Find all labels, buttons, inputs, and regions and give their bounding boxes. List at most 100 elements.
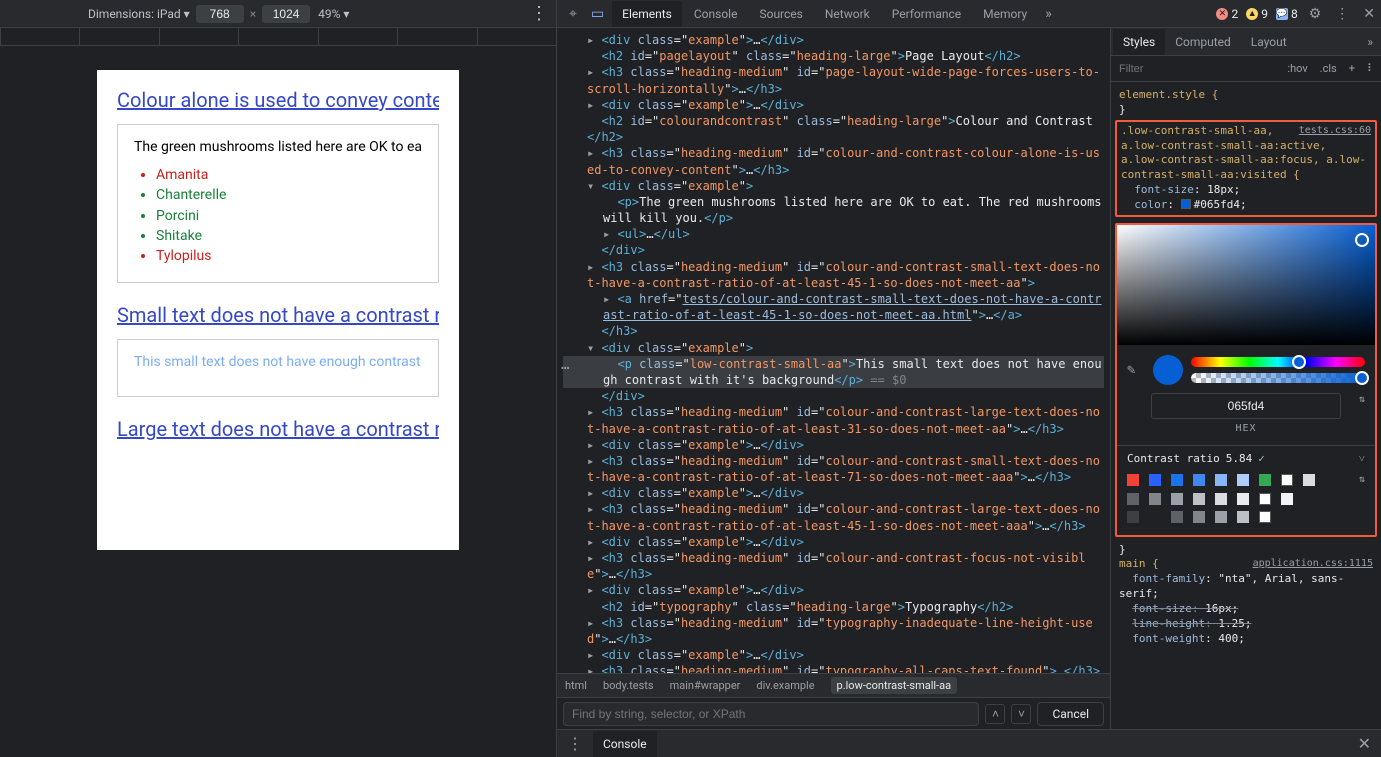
color-swatch[interactable] xyxy=(1149,511,1161,523)
message-count[interactable]: 💬8 xyxy=(1273,7,1301,21)
dom-tree-line[interactable]: ▸ <h3 class="heading-medium" id="page-la… xyxy=(563,64,1104,96)
color-swatch[interactable] xyxy=(1171,511,1183,523)
zoom-dropdown[interactable]: 49% ▾ xyxy=(318,7,349,21)
dom-tree-line[interactable]: ▸ <h3 class="heading-medium" id="typogra… xyxy=(563,615,1104,647)
css-rule-main[interactable]: } application.css:1115 main { font-famil… xyxy=(1115,541,1377,649)
eyedropper-icon[interactable]: ✎ xyxy=(1127,361,1145,379)
find-cancel-button[interactable]: Cancel xyxy=(1037,702,1104,726)
dom-tree-line[interactable]: <p>The green mushrooms listed here are O… xyxy=(563,194,1104,226)
color-swatch[interactable] xyxy=(1149,474,1161,486)
tab-layout[interactable]: Layout xyxy=(1241,29,1297,55)
css-source-link[interactable]: application.css:1115 xyxy=(1253,557,1373,571)
dom-tree-line[interactable]: ▸ <h3 class="heading-medium" id="colour-… xyxy=(563,453,1104,485)
dom-tree-line[interactable]: </div> xyxy=(563,242,1104,258)
dom-tree-line[interactable]: ▸ <div class="example">…</div> xyxy=(563,647,1104,663)
palette-toggle-icon[interactable]: ⇅ xyxy=(1359,473,1365,487)
dom-tree-line[interactable]: </h3> xyxy=(563,323,1104,339)
dom-tree[interactable]: ▸ <div class="example">…</div> <h2 id="p… xyxy=(557,28,1110,673)
dom-tree-line[interactable]: ▸ <div class="example">…</div> xyxy=(563,582,1104,598)
hex-input[interactable] xyxy=(1151,393,1341,419)
cls-toggle[interactable]: .cls xyxy=(1314,62,1343,75)
hov-toggle[interactable]: :hov xyxy=(1281,62,1313,75)
dom-tree-line[interactable]: ▸ <div class="example">…</div> xyxy=(563,97,1104,113)
color-swatch[interactable] xyxy=(1127,511,1139,523)
color-swatch[interactable] xyxy=(1237,493,1249,505)
color-swatch[interactable] xyxy=(1193,511,1205,523)
tab-styles[interactable]: Styles xyxy=(1113,29,1165,55)
new-rule-icon[interactable]: + xyxy=(1343,62,1361,75)
dom-tree-line[interactable]: <p class="low-contrast-small-aa">This sm… xyxy=(563,356,1104,388)
dom-tree-line[interactable]: ▸ <div class="example">…</div> xyxy=(563,437,1104,453)
dom-breadcrumbs[interactable]: html body.tests main#wrapper div.example… xyxy=(557,673,1110,697)
css-rule-low-contrast[interactable]: tests.css:60 .low-contrast-small-aa, a.l… xyxy=(1115,120,1377,217)
dom-tree-line[interactable]: ▾ <div class="example"> xyxy=(563,178,1104,194)
color-swatch[interactable] xyxy=(1237,474,1249,486)
breadcrumb-item[interactable]: main#wrapper xyxy=(670,679,741,692)
breadcrumb-item[interactable]: p.low-contrast-small-aa xyxy=(831,677,958,694)
color-swatch[interactable] xyxy=(1281,474,1293,486)
color-swatch[interactable] xyxy=(1259,493,1271,505)
tab-performance[interactable]: Performance xyxy=(882,1,971,27)
drawer-menu-icon[interactable]: ⋮ xyxy=(557,734,593,753)
color-swatch[interactable] xyxy=(1259,511,1271,523)
dom-tree-line[interactable]: ▸ <a href="tests/colour-and-contrast-sma… xyxy=(563,291,1104,323)
find-input[interactable] xyxy=(563,702,979,726)
color-field[interactable] xyxy=(1117,225,1375,345)
color-swatch[interactable] xyxy=(1303,474,1315,486)
dom-tree-line[interactable]: ▸ <h3 class="heading-medium" id="colour-… xyxy=(563,145,1104,177)
tab-elements[interactable]: Elements xyxy=(612,1,682,27)
color-swatch[interactable] xyxy=(1193,493,1205,505)
styles-menu-icon[interactable]: ⠇ xyxy=(1361,62,1381,75)
dom-tree-line[interactable]: ▸ <h3 class="heading-medium" id="colour-… xyxy=(563,404,1104,436)
color-swatch[interactable] xyxy=(1237,511,1249,523)
color-swatch[interactable] xyxy=(1215,474,1227,486)
device-toggle-icon[interactable]: ▭ xyxy=(585,6,610,22)
hue-slider[interactable] xyxy=(1191,357,1365,367)
dom-tree-line[interactable]: <h2 id="colourandcontrast" class="headin… xyxy=(563,113,1104,145)
dimensions-dropdown[interactable]: Dimensions: iPad ▾ xyxy=(88,7,190,21)
find-next-icon[interactable]: ˅ xyxy=(1011,704,1031,724)
dom-tree-line[interactable]: ▸ <h3 class="heading-medium" id="colour-… xyxy=(563,550,1104,582)
heading-colour-alone[interactable]: Colour alone is used to convey content xyxy=(117,88,439,112)
close-devtools-icon[interactable]: ✕ xyxy=(1357,6,1381,22)
heading-large-text[interactable]: Large text does not have a contrast rati… xyxy=(117,417,439,441)
color-picker[interactable]: ✎ ⇅ HEX Contrast ratio 5.8 xyxy=(1115,223,1377,537)
dom-tree-line[interactable]: ▸ <div class="example">…</div> xyxy=(563,485,1104,501)
drawer-close-icon[interactable]: ✕ xyxy=(1348,734,1381,753)
dom-tree-line[interactable]: ▾ <div class="example"> xyxy=(563,340,1104,356)
tab-sources[interactable]: Sources xyxy=(749,1,812,27)
alpha-slider[interactable] xyxy=(1191,373,1365,383)
dom-tree-line[interactable]: ▸ <div class="example">…</div> xyxy=(563,32,1104,48)
styles-overflow-icon[interactable]: » xyxy=(1361,35,1379,49)
breadcrumb-item[interactable]: body.tests xyxy=(603,679,654,692)
breadcrumb-item[interactable]: div.example xyxy=(756,679,814,692)
dom-tree-line[interactable]: <h2 id="typography" class="heading-large… xyxy=(563,599,1104,615)
height-input[interactable] xyxy=(262,5,310,23)
dom-tree-line[interactable]: <h2 id="pagelayout" class="heading-large… xyxy=(563,48,1104,64)
contrast-expand-icon[interactable]: ˅ xyxy=(1359,452,1365,467)
css-source-link[interactable]: tests.css:60 xyxy=(1299,124,1371,138)
settings-icon[interactable]: ⚙ xyxy=(1303,6,1328,22)
color-swatch[interactable] xyxy=(1171,493,1183,505)
dom-tree-line[interactable]: </div> xyxy=(563,388,1104,404)
heading-small-text-aa[interactable]: Small text does not have a contrast rati… xyxy=(117,303,439,327)
color-swatch[interactable] xyxy=(1127,474,1139,486)
color-swatch[interactable] xyxy=(1281,493,1293,505)
format-toggle-icon[interactable]: ⇅ xyxy=(1359,393,1365,407)
tab-memory[interactable]: Memory xyxy=(973,1,1037,27)
styles-rules[interactable]: element.style { } tests.css:60 .low-cont… xyxy=(1111,82,1381,729)
color-field-handle[interactable] xyxy=(1355,233,1369,247)
drawer-tab-console[interactable]: Console xyxy=(593,731,657,757)
color-swatch[interactable] xyxy=(1215,493,1227,505)
find-prev-icon[interactable]: ˄ xyxy=(985,704,1005,724)
color-swatch[interactable] xyxy=(1149,493,1161,505)
dom-tree-line[interactable]: ▸ <h3 class="heading-medium" id="typogra… xyxy=(563,663,1104,673)
color-swatch[interactable] xyxy=(1193,474,1205,486)
error-count[interactable]: ✕2 xyxy=(1213,7,1241,21)
tabs-overflow-icon[interactable]: » xyxy=(1039,6,1058,22)
color-swatch[interactable] xyxy=(1171,474,1183,486)
device-menu-icon[interactable]: ⋮ xyxy=(530,5,548,23)
contrast-ratio-row[interactable]: Contrast ratio 5.84 ✓ ˅ xyxy=(1117,445,1375,469)
styles-filter-input[interactable] xyxy=(1111,63,1281,75)
dom-tree-line[interactable]: ▸ <h3 class="heading-medium" id="colour-… xyxy=(563,501,1104,533)
